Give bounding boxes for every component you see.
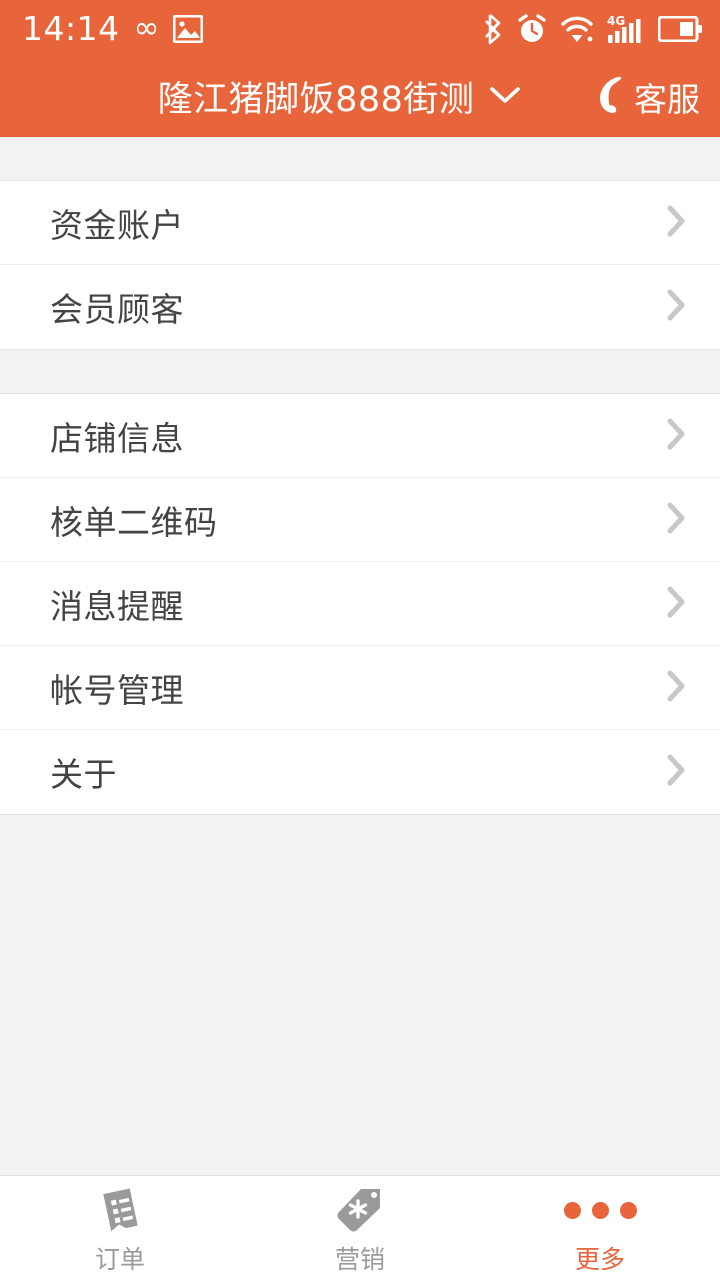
status-bar: 14:14 ∞ 4G <box>0 0 720 57</box>
chevron-right-icon <box>664 497 690 543</box>
chevron-right-icon <box>664 749 690 795</box>
chevron-right-icon <box>664 284 690 330</box>
list-gap-top <box>0 137 720 180</box>
settings-group-account: 资金账户 会员顾客 <box>0 180 720 350</box>
app-screen: 14:14 ∞ 4G 隆江猪脚饭888街测 客服 资金账户 会员顾客 店铺信息 … <box>0 0 720 1280</box>
svg-text:4G: 4G <box>607 14 625 28</box>
ellipsis-dot <box>619 1201 637 1219</box>
bottom-tab-bar: 订单 营销 更多 <box>0 1175 720 1280</box>
tab-label: 营销 <box>334 1245 385 1274</box>
receipt-icon <box>94 1186 146 1234</box>
list-item[interactable]: 消息提醒 <box>0 562 720 646</box>
ellipsis-icon <box>563 1186 637 1234</box>
tab-label: 订单 <box>94 1245 145 1274</box>
infinity-icon: ∞ <box>133 10 160 46</box>
ellipsis-dot <box>563 1201 581 1219</box>
price-tag-icon <box>334 1186 386 1234</box>
customer-service-label: 客服 <box>634 79 700 119</box>
chevron-right-icon <box>664 413 690 459</box>
list-item[interactable]: 店铺信息 <box>0 394 720 478</box>
list-item[interactable]: 关于 <box>0 730 720 814</box>
list-item[interactable]: 帐号管理 <box>0 646 720 730</box>
tab-orders[interactable]: 订单 <box>0 1176 240 1280</box>
app-header: 隆江猪脚饭888街测 客服 <box>0 57 720 137</box>
image-icon <box>173 14 204 43</box>
tab-label: 更多 <box>574 1245 625 1274</box>
list-item-label: 会员顾客 <box>50 290 184 329</box>
customer-service-button[interactable]: 客服 <box>596 73 700 121</box>
list-item-label: 帐号管理 <box>50 670 184 710</box>
list-item[interactable]: 核单二维码 <box>0 478 720 562</box>
tab-more[interactable]: 更多 <box>480 1176 720 1280</box>
list-item-label: 资金账户 <box>50 205 184 245</box>
phone-icon <box>596 74 624 120</box>
list-item[interactable]: 资金账户 <box>0 181 720 265</box>
signal-4g-icon: 4G <box>607 13 645 45</box>
status-bar-clock: 14:14 <box>22 9 120 48</box>
list-item-label: 店铺信息 <box>50 418 184 458</box>
list-gap-middle <box>0 350 720 393</box>
list-item-label: 核单二维码 <box>50 502 218 542</box>
list-item-label: 关于 <box>50 755 117 794</box>
chevron-right-icon <box>664 200 690 246</box>
bluetooth-icon <box>484 13 504 45</box>
settings-list: 资金账户 会员顾客 店铺信息 核单二维码 消息提醒 帐号管理 关于 <box>0 137 720 1175</box>
chevron-right-icon <box>664 665 690 711</box>
settings-group-shop: 店铺信息 核单二维码 消息提醒 帐号管理 关于 <box>0 393 720 815</box>
list-item-label: 消息提醒 <box>50 586 184 626</box>
tab-marketing[interactable]: 营销 <box>240 1176 480 1280</box>
ellipsis-dot <box>591 1201 609 1219</box>
alarm-clock-icon <box>517 13 547 45</box>
status-bar-left: 14:14 ∞ <box>22 9 204 48</box>
chevron-down-icon[interactable] <box>488 84 522 110</box>
battery-icon <box>658 15 702 42</box>
chevron-right-icon <box>664 581 690 627</box>
status-bar-right: 4G <box>484 13 702 45</box>
wifi-icon <box>560 14 594 44</box>
list-item[interactable]: 会员顾客 <box>0 265 720 349</box>
page-title[interactable]: 隆江猪脚饭888街测 <box>158 71 475 122</box>
